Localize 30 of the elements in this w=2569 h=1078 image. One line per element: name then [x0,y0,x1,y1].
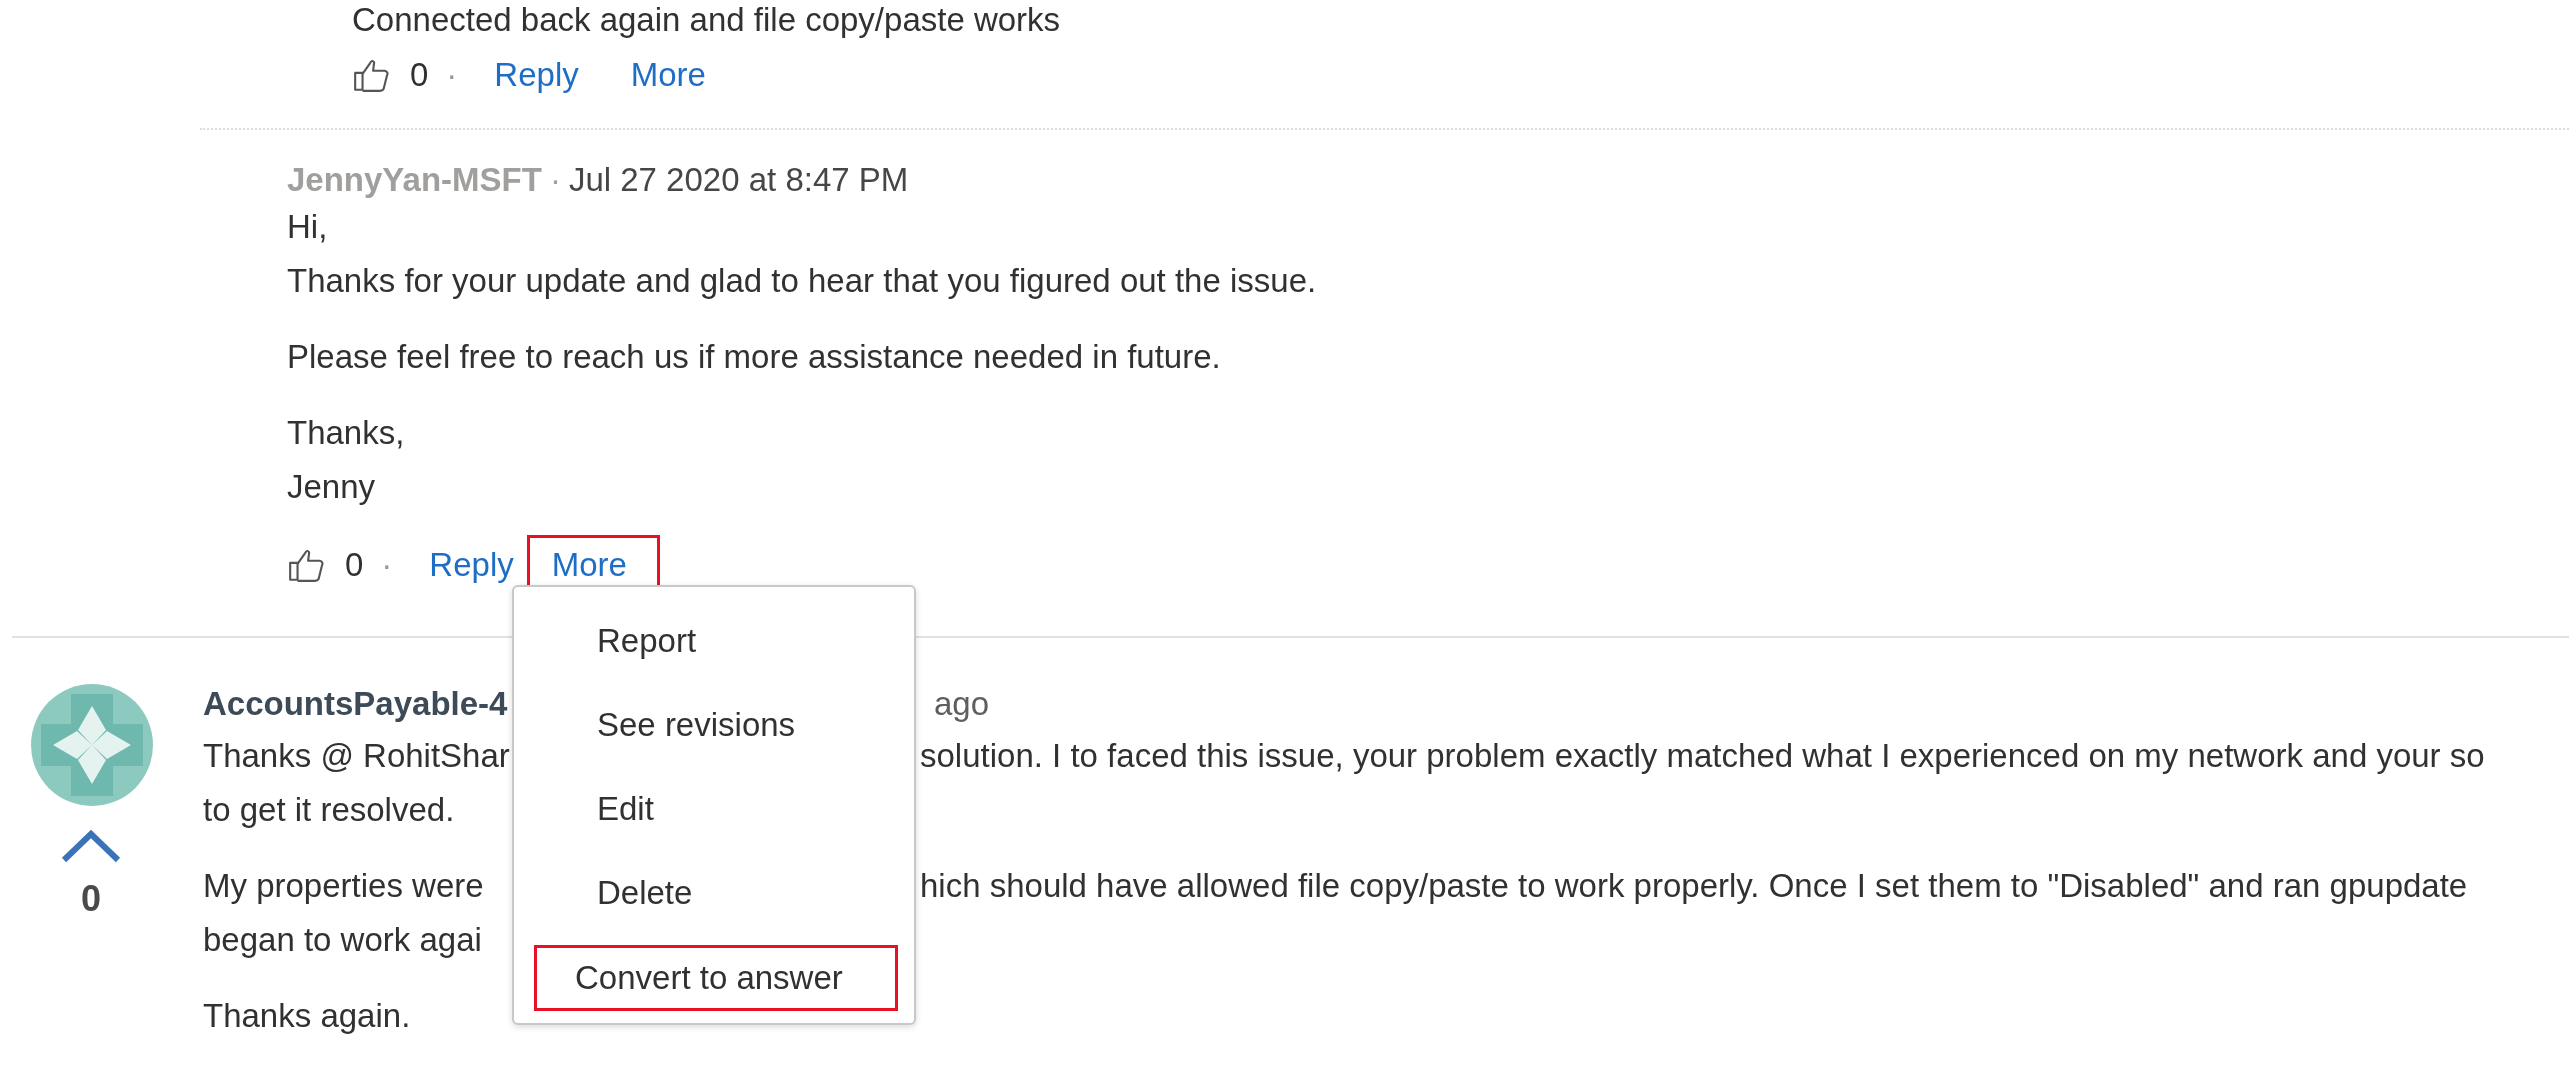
reply-text: Connected back again and file copy/paste works [352,0,1062,40]
thumbs-up-icon[interactable] [352,57,390,93]
thumbs-up-icon[interactable] [287,547,325,583]
separator-dot: · [381,546,393,584]
answer-text: Thanks @ RohitShar [203,737,510,774]
comment-date: Jul 27 2020 at 8:47 PM [568,161,909,198]
post-time: ago [934,684,990,724]
menu-item[interactable]: Edit [534,767,898,851]
like-count: 0 [345,546,364,584]
reply-link[interactable]: Reply [481,45,592,105]
comment-paragraph: Hi, Thanks for your update and glad to hear that you figured out the issue. [287,207,1318,301]
answer-text: My properties were [203,867,484,904]
answer-text: to get it resolved. [203,790,455,830]
answer-text: solution. I to faced this issue, your problem exactly matched what I experienced on my network and your so [920,736,2485,776]
separator-dot: · [446,56,458,94]
reply-link[interactable]: Reply [416,535,527,595]
upvote-icon[interactable] [61,828,121,864]
menu-item[interactable]: See revisions [534,683,898,767]
answer-text: Thanks again. [203,996,411,1036]
menu-item[interactable]: Delete [534,851,898,935]
more-link[interactable]: More [617,45,719,105]
comment-paragraph: Please feel free to reach us if more assistance needed in future. [287,337,1222,377]
menu-item[interactable]: Report [534,599,898,683]
separator-dot: · [549,161,561,198]
comment-paragraph: Thanks, Jenny [287,413,406,507]
answer-text: hich should have allowed file copy/paste to work properly. Once I set them to "Disabled" and ran gpupdate [920,866,2468,906]
vote-count: 0 [81,878,102,920]
like-count: 0 [410,56,429,94]
answer-text: began to work agai [203,920,482,960]
menu-item[interactable]: Convert to answer [534,945,898,1011]
